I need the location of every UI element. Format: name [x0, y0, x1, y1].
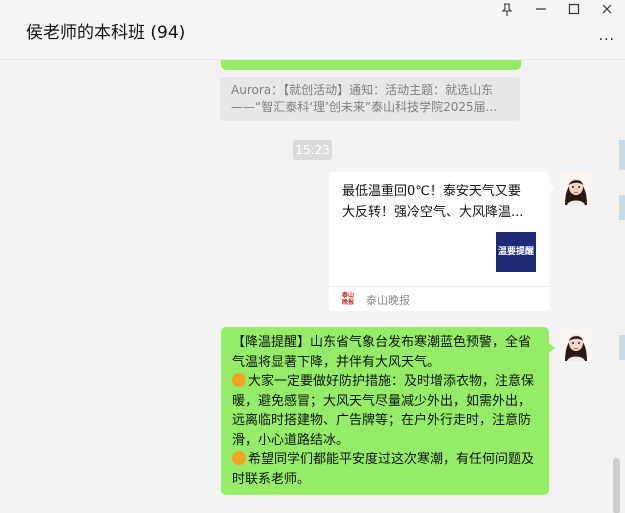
sun-emoji-icon	[232, 373, 246, 387]
message-paragraph-3-text: 希望同学们都能平安度过这次寒潮，有任何问题及时联系老师。	[232, 452, 535, 487]
minimize-icon[interactable]	[531, 3, 551, 21]
article-title: 最低温重回0℃！泰安天气又要 大反转！强冷空气、大风降温...	[342, 181, 542, 223]
chat-area[interactable]: Aurora：【就创活动】通知：活动主题：就选山东 ——“智汇泰科‘理’创未来”…	[0, 60, 625, 513]
article-thumbnail: 温要提醒	[496, 232, 536, 272]
message-bubble[interactable]: 【降温提醒】山东省气象台发布寒潮蓝色预警，全省气温将显著下降，并伴有大风天气。 …	[221, 327, 549, 495]
timestamp: 15:23	[293, 140, 332, 160]
quote-line-1: Aurora：【就创活动】通知：活动主题：就选山东	[231, 83, 494, 97]
card-tail	[549, 184, 555, 194]
article-title-line-1: 最低温重回0℃！泰安天气又要	[342, 184, 521, 199]
article-title-line-2: 大反转！强冷空气、大风降温...	[342, 205, 524, 220]
scrollbar-thumb[interactable]	[613, 458, 620, 513]
article-source: 泰山晚报	[366, 294, 410, 307]
pin-icon[interactable]	[497, 3, 517, 21]
quote-line-2: ——“智汇泰科‘理’创未来”泰山科技学院2025届...	[231, 100, 498, 114]
window-edge-strip	[619, 335, 625, 360]
window-edge-strip	[619, 195, 625, 220]
message-paragraph-3: 希望同学们都能平安度过这次寒潮，有任何问题及时联系老师。	[232, 450, 540, 489]
bubble-tail	[549, 343, 555, 353]
avatar[interactable]	[559, 171, 593, 205]
chat-title: 侯老师的本科班 (94)	[26, 23, 186, 43]
maximize-icon[interactable]	[564, 3, 584, 21]
sun-emoji-icon	[232, 451, 246, 465]
window-edge-strip	[619, 140, 625, 170]
card-divider	[329, 286, 549, 287]
message-paragraph-2: 大家一定要做好防护措施：及时增添衣物，注意保暖，避免感冒；大风天气尽量减少外出，…	[232, 372, 540, 450]
source-logo-icon: 泰山晚报	[342, 292, 355, 306]
more-options-icon[interactable]: ...	[599, 28, 615, 44]
previous-message-bubble[interactable]	[221, 60, 521, 70]
quoted-message[interactable]: Aurora：【就创活动】通知：活动主题：就选山东 ——“智汇泰科‘理’创未来”…	[220, 77, 520, 121]
avatar[interactable]	[559, 327, 593, 361]
message-paragraph-1: 【降温提醒】山东省气象台发布寒潮蓝色预警，全省气温将显著下降，并伴有大风天气。	[232, 335, 532, 370]
article-card[interactable]: 最低温重回0℃！泰安天气又要 大反转！强冷空气、大风降温... 温要提醒 泰山晚…	[329, 172, 549, 311]
message-paragraph-2-text: 大家一定要做好防护措施：及时增添衣物，注意保暖，避免感冒；大风天气尽量减少外出，…	[232, 374, 535, 448]
title-bar: 侯老师的本科班 (94) ...	[0, 0, 625, 60]
close-icon[interactable]	[597, 3, 617, 21]
